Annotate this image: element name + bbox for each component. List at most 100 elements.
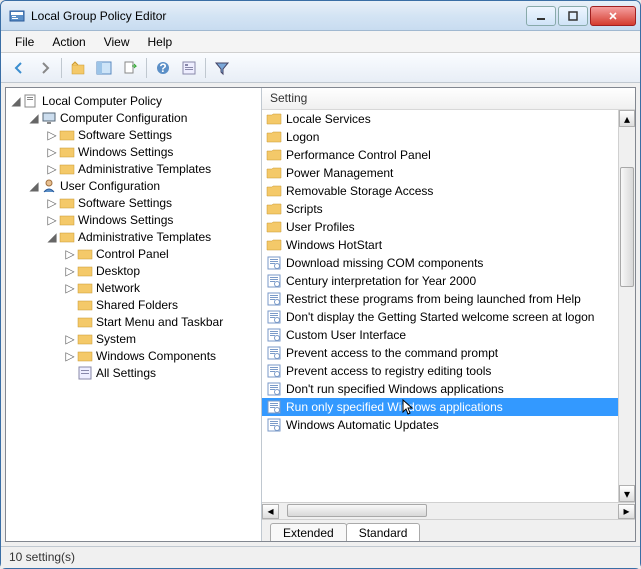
menubar: File Action View Help (1, 31, 640, 53)
menu-file[interactable]: File (7, 33, 42, 51)
tree-item[interactable]: Shared Folders (62, 296, 259, 313)
list-item-label: Locale Services (286, 112, 371, 126)
list-item-label: Removable Storage Access (286, 184, 433, 198)
expand-icon[interactable]: ▷ (46, 163, 58, 175)
list-body[interactable]: Locale Services LogonPerformance Control … (262, 110, 635, 502)
tree-label: Start Menu and Taskbar (96, 315, 223, 329)
tree-label: All Settings (96, 366, 156, 380)
folder-icon (59, 127, 75, 143)
list-item[interactable]: Run only specified Windows applications (262, 398, 635, 416)
expand-icon[interactable]: ▷ (46, 129, 58, 141)
properties-button[interactable] (177, 56, 201, 80)
list-item[interactable]: Windows HotStart (262, 236, 635, 254)
list-column-header[interactable]: Setting (262, 88, 635, 110)
tree-label: Control Panel (96, 247, 169, 261)
list-item[interactable]: Scripts (262, 200, 635, 218)
tree-user-config[interactable]: ◢ User Configuration (26, 177, 259, 194)
titlebar[interactable]: Local Group Policy Editor (1, 1, 640, 31)
tree-label: Windows Settings (78, 145, 173, 159)
scroll-thumb[interactable] (620, 167, 634, 287)
tree-item[interactable]: ▷Windows Components (62, 347, 259, 364)
tab-standard[interactable]: Standard (346, 523, 421, 541)
up-button[interactable] (66, 56, 90, 80)
blank-icon (64, 316, 76, 328)
menu-action[interactable]: Action (44, 33, 93, 51)
expand-icon[interactable]: ▷ (46, 146, 58, 158)
scroll-up-icon[interactable]: ▴ (619, 110, 635, 127)
list-item[interactable]: Prevent access to the command prompt (262, 344, 635, 362)
toolbar-separator (61, 58, 62, 78)
list-item[interactable]: User Profiles (262, 218, 635, 236)
minimize-button[interactable] (526, 6, 556, 26)
collapse-icon[interactable]: ◢ (28, 112, 40, 124)
list-item[interactable]: Windows Automatic Updates (262, 416, 635, 434)
filter-button[interactable] (210, 56, 234, 80)
cursor-icon (400, 397, 414, 418)
list-item[interactable]: Logon (262, 128, 635, 146)
tree-system[interactable]: ▷System (62, 330, 259, 347)
expand-icon[interactable]: ▷ (64, 282, 76, 294)
toolbar-separator (205, 58, 206, 78)
tree-item[interactable]: ▷Software Settings (44, 126, 259, 143)
help-button[interactable]: ? (151, 56, 175, 80)
list-item[interactable]: Download missing COM components (262, 254, 635, 272)
list-item[interactable]: Don't run specified Windows applications (262, 380, 635, 398)
tree-item[interactable]: ▷Desktop (62, 262, 259, 279)
window: Local Group Policy Editor File Action Vi… (0, 0, 641, 569)
tree-item[interactable]: ▷Windows Settings (44, 211, 259, 228)
list-item[interactable]: Custom User Interface (262, 326, 635, 344)
list-item[interactable]: Century interpretation for Year 2000 (262, 272, 635, 290)
list-item[interactable]: Performance Control Panel (262, 146, 635, 164)
collapse-icon[interactable]: ◢ (10, 95, 22, 107)
folder-icon (59, 212, 75, 228)
export-button[interactable] (118, 56, 142, 80)
expand-icon[interactable]: ▷ (64, 265, 76, 277)
collapse-icon[interactable]: ◢ (28, 180, 40, 192)
menu-view[interactable]: View (96, 33, 138, 51)
scroll-track[interactable] (619, 127, 635, 485)
tree-item[interactable]: ▷Administrative Templates (44, 160, 259, 177)
scroll-left-icon[interactable]: ◂ (262, 504, 279, 519)
horizontal-scrollbar[interactable]: ◂ ▸ (262, 502, 635, 519)
tree-item[interactable]: ▷Software Settings (44, 194, 259, 211)
maximize-button[interactable] (558, 6, 588, 26)
vertical-scrollbar[interactable]: ▴ ▾ (618, 110, 635, 502)
tree-pane[interactable]: ◢ Local Computer Policy ◢ Computer Confi… (6, 88, 262, 541)
list-item-label: Windows HotStart (286, 238, 382, 252)
computer-icon (41, 110, 57, 126)
list-item[interactable]: Prevent access to registry editing tools (262, 362, 635, 380)
list-item[interactable]: Removable Storage Access (262, 182, 635, 200)
expand-icon[interactable]: ▷ (46, 214, 58, 226)
tree-root[interactable]: ◢ Local Computer Policy (8, 92, 259, 109)
scroll-thumb[interactable] (287, 504, 427, 517)
collapse-icon[interactable]: ◢ (46, 231, 58, 243)
list-item-label: User Profiles (286, 220, 355, 234)
scroll-right-icon[interactable]: ▸ (618, 504, 635, 519)
list-item[interactable]: Power Management (262, 164, 635, 182)
tree-item[interactable]: Start Menu and Taskbar (62, 313, 259, 330)
scroll-down-icon[interactable]: ▾ (619, 485, 635, 502)
close-button[interactable] (590, 6, 636, 26)
show-hide-tree-button[interactable] (92, 56, 116, 80)
list-item[interactable]: Locale Services (262, 110, 635, 128)
back-button[interactable] (7, 56, 31, 80)
settings-icon (77, 365, 93, 381)
expand-icon[interactable]: ▷ (64, 248, 76, 260)
list-item[interactable]: Restrict these programs from being launc… (262, 290, 635, 308)
menu-help[interactable]: Help (140, 33, 181, 51)
expand-icon[interactable]: ▷ (64, 333, 76, 345)
setting-icon (266, 273, 282, 289)
blank-icon (64, 367, 76, 379)
expand-icon[interactable]: ▷ (64, 350, 76, 362)
tree-item[interactable]: ▷Network (62, 279, 259, 296)
scroll-track[interactable] (279, 504, 618, 519)
tab-extended[interactable]: Extended (270, 523, 347, 541)
expand-icon[interactable]: ▷ (46, 197, 58, 209)
tree-computer-config[interactable]: ◢ Computer Configuration (26, 109, 259, 126)
forward-button[interactable] (33, 56, 57, 80)
tree-item[interactable]: ▷ Windows Settings (44, 143, 259, 160)
tree-admin-templates[interactable]: ◢Administrative Templates (44, 228, 259, 245)
list-item[interactable]: Don't display the Getting Started welcom… (262, 308, 635, 326)
tree-item[interactable]: ▷ Control Panel (62, 245, 259, 262)
tree-item[interactable]: All Settings (62, 364, 259, 381)
